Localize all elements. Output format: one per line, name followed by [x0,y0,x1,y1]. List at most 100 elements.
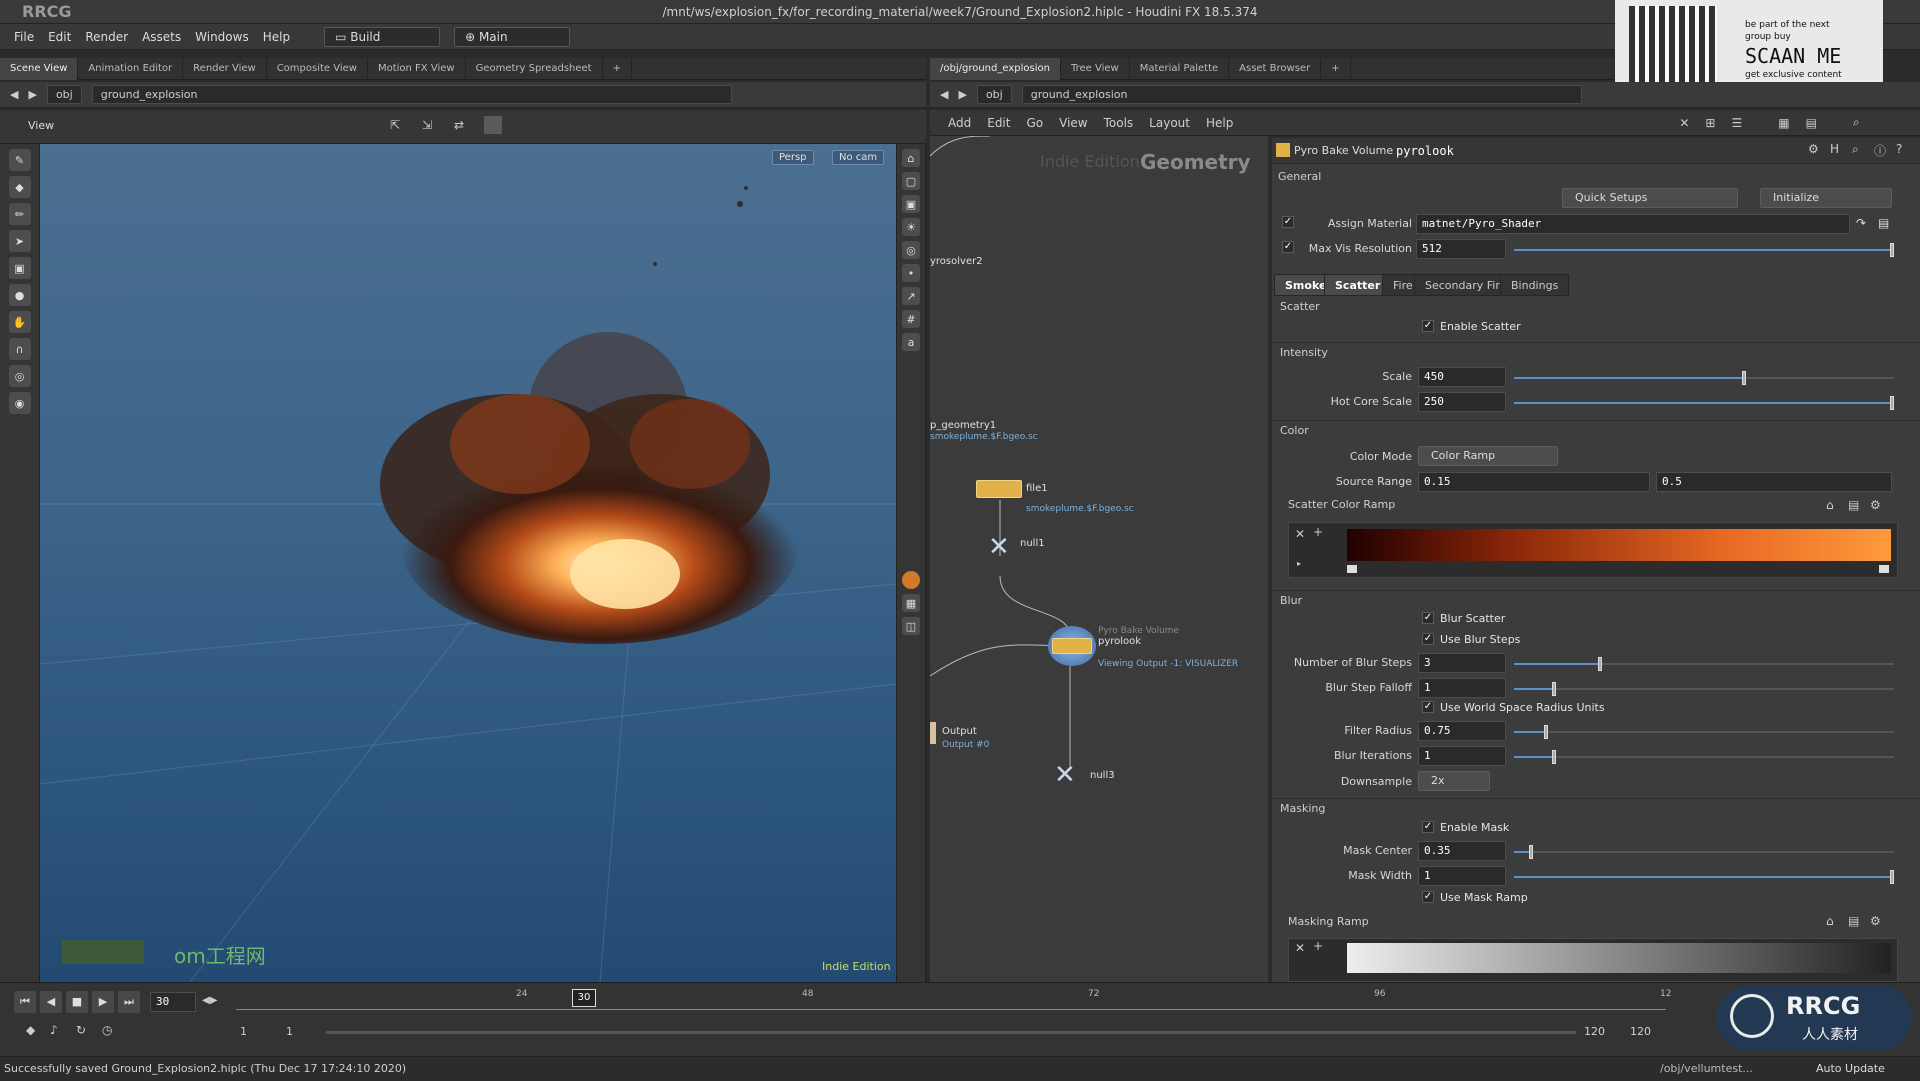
param-search-icon[interactable]: ⌕ [1852,142,1859,157]
ramp-key-start[interactable] [1347,565,1357,573]
menu-windows[interactable]: Windows [195,30,249,44]
display-toggle-icon[interactable] [484,116,502,134]
range-start-2[interactable]: 1 [286,1025,293,1038]
blur-scatter-checkbox[interactable]: ✓ [1422,612,1434,624]
frame-icon[interactable]: ▢ [902,172,920,190]
network-editor[interactable]: Indie Edition Geometry yrosolver2 p_geom… [930,136,1268,982]
light-icon[interactable]: ☀ [902,218,920,236]
tab-bindings[interactable]: Bindings [1500,274,1570,296]
masking-ramp[interactable]: ✕ + [1288,938,1898,982]
blur-steps-slider[interactable] [1514,657,1894,671]
range-end-2[interactable]: 120 [1630,1025,1651,1038]
menu-edit[interactable]: Edit [48,30,71,44]
ramp-remove-icon[interactable]: ✕ [1295,527,1305,541]
realtime-icon[interactable]: ◷ [102,1023,112,1037]
step-frame-icon[interactable]: ◀▶ [202,995,217,1006]
add-tab-icon[interactable]: + [603,57,632,80]
camera-menu[interactable]: No cam [832,150,885,165]
net-menu-edit[interactable]: Edit [987,116,1010,130]
scale-slider[interactable] [1514,371,1894,385]
menu-help[interactable]: Help [263,30,290,44]
ramp-key-end[interactable] [1879,565,1889,573]
file1-node[interactable] [976,480,1022,498]
mask-width-field[interactable]: 1 [1418,866,1506,886]
stop-icon[interactable]: ■ [66,991,88,1013]
blur-falloff-slider[interactable] [1514,682,1894,696]
menu-assets[interactable]: Assets [142,30,181,44]
range-start[interactable]: 1 [240,1025,247,1038]
blur-iter-field[interactable]: 1 [1418,746,1506,766]
mask-center-slider[interactable] [1514,845,1894,859]
initialize-dropdown[interactable]: Initialize [1760,188,1892,208]
net-tools-icon[interactable]: ✕ [1679,116,1689,130]
scene-viewport[interactable]: Persp No cam Indie Edition om工程网 [40,144,896,982]
view-tool-icon[interactable]: ◎ [8,365,31,387]
select-arrow-icon[interactable]: ➤ [8,230,31,252]
net-table-icon[interactable]: ▤ [1806,116,1817,130]
blur-falloff-field[interactable]: 1 [1418,678,1506,698]
step-back-icon[interactable]: ◀ [40,991,62,1013]
move-tool-icon[interactable]: ⇲ [422,118,432,132]
net-search-icon[interactable]: ⌕ [1853,115,1860,130]
home-view-icon[interactable]: ⌂ [902,149,920,167]
hot-core-field[interactable]: 250 [1418,392,1506,412]
ramp-preset-icon[interactable]: ⌂ [1826,498,1834,512]
mask-ramp-preset-icon[interactable]: ⌂ [1826,914,1834,928]
desktop-selector[interactable]: ▭ Build [324,26,441,47]
net-menu-add[interactable]: Add [948,116,971,130]
frame-field[interactable]: 30 [150,992,196,1012]
pose-tool-icon[interactable]: ✋ [8,311,31,333]
sculpt-tool-icon[interactable]: ◆ [8,176,31,198]
param-gear-icon[interactable]: ⚙ [1808,142,1819,156]
blur-steps-field[interactable]: 3 [1418,653,1506,673]
net-menu-tools[interactable]: Tools [1104,116,1134,130]
right-forward-arrow-icon[interactable]: ▶ [958,88,966,101]
enable-mask-checkbox[interactable]: ✓ [1422,821,1434,833]
param-info-icon[interactable]: ⓘ [1874,142,1886,159]
net-tree-icon[interactable]: ⊞ [1705,116,1715,130]
loop-icon[interactable]: ↻ [76,1023,86,1037]
world-space-checkbox[interactable]: ✓ [1422,701,1434,713]
select-tool-icon[interactable]: ⇱ [390,118,400,132]
swap-tool-icon[interactable]: ⇄ [454,118,464,132]
net-grid-icon[interactable]: ▦ [1778,116,1789,130]
range-end[interactable]: 120 [1584,1025,1605,1038]
mask-center-field[interactable]: 0.35 [1418,841,1506,861]
ramp-save-icon[interactable]: ▤ [1848,498,1859,512]
tab-composite-view[interactable]: Composite View [267,57,368,80]
right-path-root[interactable]: obj [976,85,1012,104]
net-menu-help[interactable]: Help [1206,116,1233,130]
source-range-max-field[interactable]: 0.5 [1656,472,1892,492]
net-menu-layout[interactable]: Layout [1149,116,1190,130]
magnet-icon[interactable]: ∩ [8,338,31,360]
scatter-color-ramp[interactable]: ✕ + ▸ [1288,522,1898,578]
back-arrow-icon[interactable]: ◀ [10,88,18,101]
paint-tool-icon[interactable]: ✏ [8,203,31,225]
shelf-selector[interactable]: ⊕ Main [454,26,571,47]
right-path-node[interactable]: ground_explosion [1021,85,1582,104]
tab-network-path[interactable]: /obj/ground_explosion [930,57,1061,80]
scale-field[interactable]: 450 [1418,367,1506,387]
tab-tree-view[interactable]: Tree View [1061,57,1130,80]
timeline-track[interactable]: 24 48 72 96 12 30 [236,989,1671,1015]
number-display-icon[interactable]: # [902,310,920,328]
handle-tool-icon[interactable]: ● [8,284,31,306]
mask-ramp-save-icon[interactable]: ▤ [1848,914,1859,928]
lock-icon[interactable]: ▣ [8,257,31,279]
null3-node-icon[interactable]: ✕ [1054,760,1076,790]
tab-asset-browser[interactable]: Asset Browser [1229,57,1322,80]
current-frame-marker[interactable]: 30 [572,989,596,1007]
forward-arrow-icon[interactable]: ▶ [28,88,36,101]
path-root[interactable]: obj [46,85,82,104]
max-vis-field[interactable]: 512 [1416,239,1506,259]
ramp-expand-icon[interactable]: ▸ [1297,559,1301,568]
param-help-icon[interactable]: ? [1896,142,1902,156]
material-select-icon[interactable]: ▤ [1878,216,1889,230]
mask-ramp-add-icon[interactable]: + [1313,939,1323,953]
range-bar[interactable] [326,1031,1576,1034]
net-list-icon[interactable]: ☰ [1731,116,1742,130]
tab-motion-fx-view[interactable]: Motion FX View [368,57,466,80]
tab-geometry-spreadsheet[interactable]: Geometry Spreadsheet [466,57,603,80]
tab-material-palette[interactable]: Material Palette [1130,57,1230,80]
null1-node-icon[interactable]: ✕ [988,532,1010,562]
